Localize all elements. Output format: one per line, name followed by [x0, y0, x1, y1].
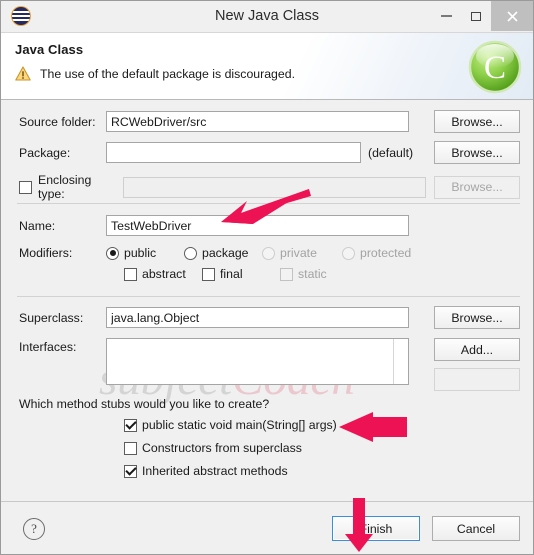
- stub-checkbox-constructors[interactable]: Constructors from superclass: [124, 441, 337, 455]
- source-folder-browse-button[interactable]: Browse...: [434, 110, 520, 133]
- form-body: subjectCoach Source folder: Browse... Pa…: [1, 100, 534, 552]
- checkbox-abstract-indicator: [124, 267, 137, 281]
- close-button[interactable]: [491, 1, 533, 31]
- checkbox-static-label: static: [298, 267, 327, 281]
- green-c-logo: C: [467, 39, 523, 95]
- interfaces-label: Interfaces:: [19, 340, 77, 354]
- source-folder-label: Source folder:: [19, 114, 96, 129]
- modifier-radio-protected: protected: [342, 246, 411, 260]
- warning-message-row: The use of the default package is discou…: [15, 66, 533, 81]
- checkbox-final-label: final: [220, 267, 243, 281]
- page-title: Java Class: [15, 42, 84, 57]
- finish-button[interactable]: Finish: [332, 516, 420, 541]
- modifier-radio-package[interactable]: package: [184, 246, 262, 260]
- divider-middle: [17, 296, 520, 297]
- stub-checkbox-inherited[interactable]: Inherited abstract methods: [124, 464, 337, 478]
- method-stubs-list: public static void main(String[] args) C…: [124, 418, 337, 478]
- package-label: Package:: [19, 145, 71, 160]
- interfaces-listbox[interactable]: [106, 338, 409, 385]
- modifiers-row: Modifiers: public package private protec…: [1, 246, 534, 281]
- enclosing-type-browse-button: Browse...: [434, 175, 520, 199]
- warning-triangle-icon: [15, 66, 31, 81]
- package-default-hint: (default): [368, 145, 414, 160]
- maximize-button[interactable]: [461, 1, 491, 31]
- modifiers-label: Modifiers:: [19, 246, 73, 260]
- radio-package-label: package: [202, 246, 249, 260]
- radio-package-indicator: [184, 246, 197, 260]
- package-row: Package: (default) Browse...: [1, 141, 534, 164]
- name-label: Name:: [19, 218, 56, 233]
- enclosing-type-label: Enclosing type:: [38, 173, 92, 201]
- window-controls: [431, 1, 533, 31]
- checkbox-abstract-label: abstract: [142, 267, 186, 281]
- radio-protected-indicator: [342, 246, 355, 260]
- stub-checkbox-main[interactable]: public static void main(String[] args): [124, 418, 337, 432]
- warning-message-text: The use of the default package is discou…: [40, 66, 295, 81]
- stub-main-label: public static void main(String[] args): [142, 418, 337, 432]
- new-java-class-dialog: New Java Class Java Class The use of the…: [0, 0, 534, 555]
- interfaces-scrollbar[interactable]: [393, 339, 408, 384]
- name-row: Name:: [1, 215, 534, 236]
- superclass-input[interactable]: [106, 307, 409, 328]
- radio-private-indicator: [262, 246, 275, 260]
- radio-protected-label: protected: [360, 246, 412, 260]
- modifier-checkbox-static: static: [280, 267, 327, 281]
- arrow-to-main-stub-checkbox: [339, 412, 407, 442]
- interfaces-remove-button: [434, 368, 520, 391]
- stub-inherited-label: Inherited abstract methods: [142, 464, 288, 478]
- method-stubs-question: Which method stubs would you like to cre…: [19, 397, 270, 411]
- dialog-header: Java Class The use of the default packag…: [1, 32, 533, 100]
- name-input[interactable]: [106, 215, 409, 236]
- checkbox-final-indicator: [202, 267, 215, 281]
- enclosing-type-row: Enclosing type: Browse...: [1, 173, 534, 201]
- svg-text:C: C: [484, 50, 506, 86]
- package-browse-button[interactable]: Browse...: [434, 141, 520, 164]
- interfaces-row: Interfaces: Add...: [1, 338, 534, 391]
- modifier-checkbox-final[interactable]: final: [202, 267, 280, 281]
- superclass-label: Superclass:: [19, 310, 84, 325]
- radio-private-label: private: [280, 246, 317, 260]
- superclass-row: Superclass: Browse...: [1, 306, 534, 329]
- checkbox-inherited-indicator: [124, 464, 137, 478]
- eclipse-icon: [12, 7, 30, 25]
- checkbox-static-indicator: [280, 267, 293, 281]
- enclosing-type-input: [123, 176, 426, 198]
- checkbox-constructors-indicator: [124, 441, 137, 455]
- interfaces-add-button[interactable]: Add...: [434, 338, 520, 361]
- checkbox-main-indicator: [124, 418, 137, 432]
- close-icon: [506, 10, 518, 22]
- stub-constructors-label: Constructors from superclass: [142, 441, 302, 455]
- help-icon[interactable]: ?: [23, 518, 45, 540]
- radio-public-indicator: [106, 246, 119, 260]
- package-input[interactable]: [106, 142, 361, 163]
- dialog-footer: ? Finish Cancel: [1, 501, 533, 554]
- title-bar: New Java Class: [1, 1, 533, 32]
- modifier-radio-private: private: [262, 246, 342, 260]
- modifier-checkbox-abstract[interactable]: abstract: [124, 267, 202, 281]
- divider-top: [17, 203, 520, 204]
- cancel-button[interactable]: Cancel: [432, 516, 520, 541]
- enclosing-type-checkbox[interactable]: [19, 180, 32, 194]
- source-folder-row: Source folder: Browse...: [1, 110, 534, 133]
- superclass-browse-button[interactable]: Browse...: [434, 306, 520, 329]
- minimize-button[interactable]: [431, 1, 461, 31]
- radio-public-label: public: [124, 246, 157, 260]
- modifier-radio-public[interactable]: public: [106, 246, 184, 260]
- source-folder-input[interactable]: [106, 111, 409, 132]
